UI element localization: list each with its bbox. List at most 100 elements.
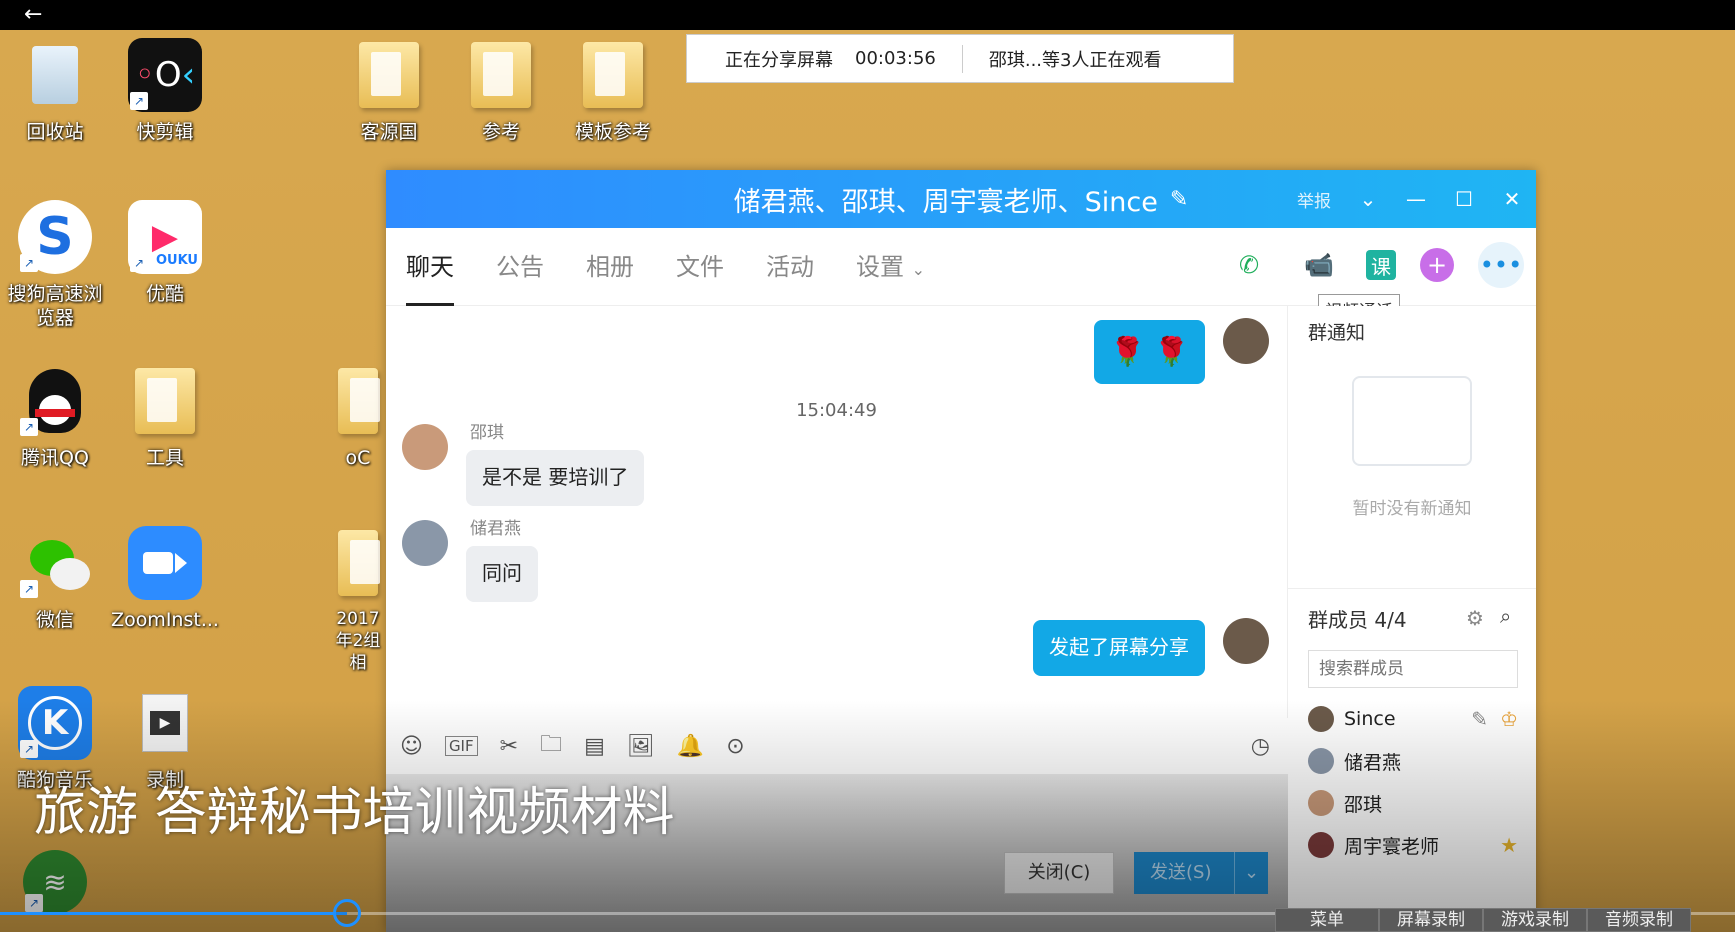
image-icon[interactable]: 🖼 <box>627 734 655 759</box>
folder-icon <box>464 38 538 112</box>
desktop-icon-tencent-qq[interactable]: ↗ 腾讯QQ <box>0 364 110 470</box>
desktop-icon-label: 快剪辑 <box>136 121 194 143</box>
desktop-icon-folder-keyuanguo[interactable]: 客源国 <box>334 38 444 144</box>
message-sender: 储君燕 <box>470 519 521 539</box>
tab-chat[interactable]: 聊天 <box>406 228 454 306</box>
edit-pencil-icon[interactable]: ✎ <box>1170 187 1188 212</box>
chevron-down-icon[interactable]: ⌄ <box>1234 852 1268 894</box>
desktop-icon-label: oC <box>345 447 371 469</box>
window-controls: 举报 ⌄ — ☐ ✕ <box>1284 170 1536 228</box>
recorder-tab-menu[interactable]: 菜单 <box>1275 908 1379 932</box>
group-notice-title: 群通知 <box>1308 322 1366 344</box>
qq-penguin-icon: ↗ <box>18 364 92 438</box>
edit-pencil-icon[interactable]: ✎ <box>1471 707 1488 731</box>
folder-icon <box>128 364 202 438</box>
close-button[interactable]: 关闭(C) <box>1004 852 1114 894</box>
chat-tools: ✆ 📹 课 + ••• <box>1226 242 1524 288</box>
member-row[interactable]: 储君燕 <box>1308 746 1518 776</box>
desktop-icon-sogou-browser[interactable]: S ↗ 搜狗高速浏览器 <box>0 200 110 330</box>
recorder-tab-screen[interactable]: 屏幕录制 <box>1379 908 1483 932</box>
emoji-icon[interactable]: ☺ <box>400 734 423 759</box>
avatar[interactable] <box>1223 618 1269 664</box>
divider <box>1288 588 1536 589</box>
desktop-icon-label: ZoomInst... <box>111 609 219 631</box>
avatar <box>1308 790 1334 816</box>
member-search-input[interactable] <box>1308 650 1518 688</box>
desktop-icon-folder-mobancankao[interactable]: 模板参考 <box>558 38 668 144</box>
desktop-icon-kuaijianji[interactable]: ◦ O ‹ ↗ 快剪辑 <box>110 38 220 144</box>
star-icon: ★ <box>1500 833 1518 857</box>
video-progress-fill <box>0 912 347 915</box>
doc-icon[interactable]: ▤ <box>584 734 605 759</box>
screenshot-scissors-icon[interactable]: ✂ <box>500 734 518 759</box>
more-icon[interactable]: ••• <box>1478 242 1524 288</box>
desktop-icon-wifi[interactable]: ≋ ↗ <box>0 850 110 914</box>
search-icon[interactable]: ⌕ <box>1500 604 1511 628</box>
voice-call-icon[interactable]: ✆ <box>1226 242 1272 288</box>
report-button[interactable]: 举报 <box>1284 187 1344 212</box>
owner-icon: ♔ <box>1500 707 1518 731</box>
tab-announcement[interactable]: 公告 <box>496 228 544 306</box>
desktop-icon-wechat[interactable]: ↗ 微信 <box>0 526 110 632</box>
recorder-tab-audio[interactable]: 音频录制 <box>1587 908 1691 932</box>
video-progress-knob[interactable] <box>333 899 361 927</box>
chevron-down-icon: ⌄ <box>911 259 926 279</box>
desktop-icon-zoom[interactable]: ZoomInst... <box>110 526 220 632</box>
avatar <box>1308 706 1334 732</box>
maximize-icon[interactable]: ☐ <box>1440 187 1488 211</box>
recycle-bin-icon <box>18 38 92 112</box>
desktop-icon-recycle-bin[interactable]: 回收站 <box>0 38 110 144</box>
add-app-icon[interactable]: + <box>1420 248 1454 282</box>
back-arrow-icon[interactable]: ← <box>24 4 42 26</box>
close-icon[interactable]: ✕ <box>1488 187 1536 211</box>
tab-activity[interactable]: 活动 <box>766 228 814 306</box>
chat-window-title-bar: 储君燕、邵琪、周宇寰老师、Since ✎ 举报 ⌄ — ☐ ✕ <box>386 170 1536 228</box>
youku-icon: ▶ OUKU ↗ <box>128 200 202 274</box>
history-clock-icon[interactable]: ◷ <box>1251 734 1270 759</box>
chat-message-area: 🌹 🌹 15:04:49 邵琪 是不是 要培训了 储君燕 同问 发起了屏幕分享 <box>386 306 1288 718</box>
tab-settings[interactable]: 设置 ⌄ <box>856 228 925 306</box>
kugou-music-icon: K ↗ <box>18 686 92 760</box>
desktop-icon-folder-tools[interactable]: 工具 <box>110 364 220 470</box>
avatar[interactable] <box>402 424 448 470</box>
member-name: 邵琪 <box>1344 793 1383 816</box>
chat-title: 储君燕、邵琪、周宇寰老师、Since <box>733 186 1158 218</box>
tab-album[interactable]: 相册 <box>586 228 634 306</box>
video-call-icon[interactable]: 📹 <box>1296 242 1342 288</box>
desktop-icon-folder-cankao[interactable]: 参考 <box>446 38 556 144</box>
no-notice-text: 暂时没有新通知 <box>1352 499 1472 519</box>
send-button[interactable]: 发送(S) ⌄ <box>1134 852 1268 894</box>
folder-icon <box>330 364 386 438</box>
screen-share-status-bar: 正在分享屏幕 00:03:56 邵琪...等3人正在观看 <box>686 34 1234 83</box>
member-row[interactable]: Since ✎ ♔ <box>1308 704 1518 734</box>
member-name: 周宇寰老师 <box>1344 835 1440 858</box>
member-row[interactable]: 周宇寰老师 ★ <box>1308 830 1518 860</box>
course-icon[interactable]: 课 <box>1366 250 1396 280</box>
more-options-icon[interactable]: ⊙ <box>726 734 744 759</box>
minimize-icon[interactable]: — <box>1392 187 1440 211</box>
chevron-down-icon[interactable]: ⌄ <box>1344 187 1392 211</box>
desktop-icon-label: 2017年2组相 <box>335 609 381 673</box>
message-bubble-emoji: 🌹 🌹 <box>1094 320 1205 384</box>
avatar <box>1308 748 1334 774</box>
empty-notice-illustration-icon <box>1352 376 1472 466</box>
bell-icon[interactable]: 🔔 <box>677 734 704 759</box>
folder-icon[interactable]: 🗀 <box>540 727 562 765</box>
desktop-icon-youku[interactable]: ▶ OUKU ↗ 优酷 <box>110 200 220 306</box>
kuaijianji-icon: ◦ O ‹ ↗ <box>128 38 202 112</box>
gif-icon[interactable]: GIF <box>444 736 478 756</box>
send-button-label: 发送(S) <box>1150 862 1212 883</box>
recorder-tab-game[interactable]: 游戏录制 <box>1483 908 1587 932</box>
wifi-icon: ≋ ↗ <box>23 850 87 914</box>
desktop-icon-label: 腾讯QQ <box>21 447 89 469</box>
desktop-icon-label: 搜狗高速浏览器 <box>7 283 103 329</box>
avatar[interactable] <box>1223 318 1269 364</box>
desktop-icon-folder-2017[interactable]: 2017年2组相 <box>330 526 386 674</box>
member-row[interactable]: 邵琪 <box>1308 788 1518 818</box>
avatar[interactable] <box>402 520 448 566</box>
members-title: 群成员 4/4 <box>1308 608 1407 632</box>
tab-files[interactable]: 文件 <box>676 228 724 306</box>
desktop-icon-oc[interactable]: oC <box>330 364 386 470</box>
sogou-browser-icon: S ↗ <box>18 200 92 274</box>
member-settings-icon[interactable]: ⚙ <box>1466 606 1484 630</box>
